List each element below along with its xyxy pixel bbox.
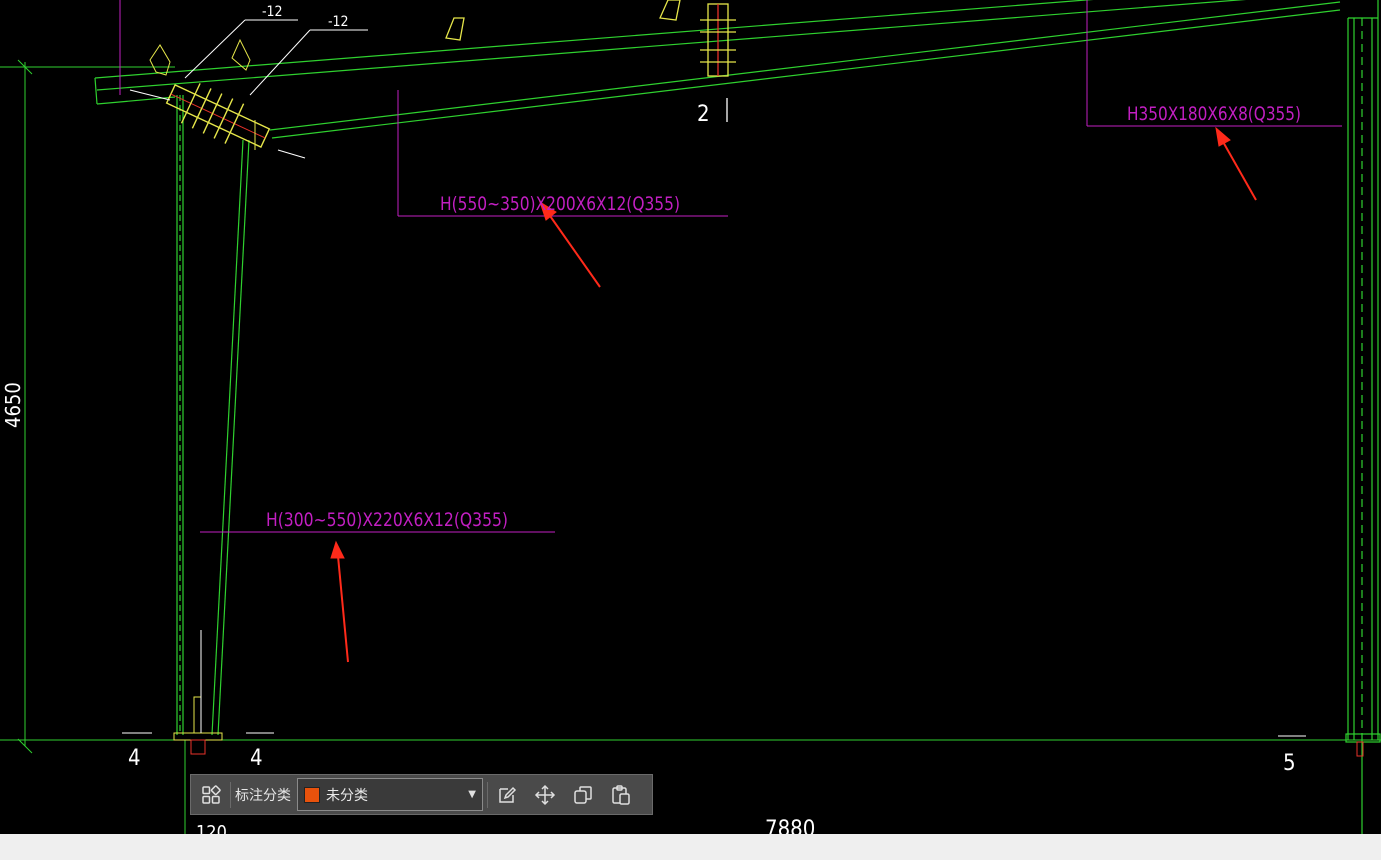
- span-dimension-label: 7880: [765, 817, 815, 834]
- column-base: [173, 630, 1364, 757]
- dimension-lines: [0, 59, 1381, 834]
- beam-spec-label: H(550~350)X200X6X12(Q355): [440, 193, 680, 215]
- plate-thickness-label-b: -12: [328, 14, 349, 30]
- status-bar: [0, 834, 1381, 860]
- category-value: 未分类: [326, 787, 368, 804]
- annotation-category-select[interactable]: 未分类 ▼: [297, 778, 483, 811]
- section-mark-label: 2: [697, 102, 710, 127]
- annotation-leaders: [119, 0, 1342, 533]
- cad-drawing-canvas[interactable]: H(550~350)X200X6X12(Q355) H(300~550)X220…: [0, 0, 1381, 834]
- move-icon[interactable]: [530, 780, 560, 810]
- axis-label-left-a: 4: [128, 746, 141, 771]
- annotation-category-label: 标注分类: [235, 787, 291, 804]
- category-grid-icon[interactable]: [196, 780, 226, 810]
- rafter-spec-label: H350X180X6X8(Q355): [1127, 103, 1301, 125]
- plate-thickness-label-a: -12: [262, 4, 283, 20]
- toolbar-divider: [230, 781, 231, 808]
- edit-icon[interactable]: [492, 780, 522, 810]
- base-dimension-label: 120: [196, 822, 227, 834]
- right-column: [1345, 0, 1381, 834]
- copy-icon[interactable]: [568, 780, 598, 810]
- cad-drawing: H(550~350)X200X6X12(Q355) H(300~550)X220…: [0, 0, 1381, 834]
- column-spec-label: H(300~550)X220X6X12(Q355): [266, 509, 508, 531]
- annotation-toolbar: 标注分类 未分类 ▼: [190, 774, 653, 815]
- toolbar-divider: [487, 781, 488, 808]
- chevron-down-icon: ▼: [468, 789, 476, 800]
- axis-label-right: 5: [1283, 751, 1296, 776]
- category-color-swatch: [304, 786, 320, 803]
- paste-icon[interactable]: [606, 780, 636, 810]
- left-column: [176, 95, 250, 736]
- plate-leaders: [122, 19, 1306, 737]
- axis-label-left-b: 4: [250, 746, 263, 771]
- height-dimension-label: 4650: [1, 382, 25, 428]
